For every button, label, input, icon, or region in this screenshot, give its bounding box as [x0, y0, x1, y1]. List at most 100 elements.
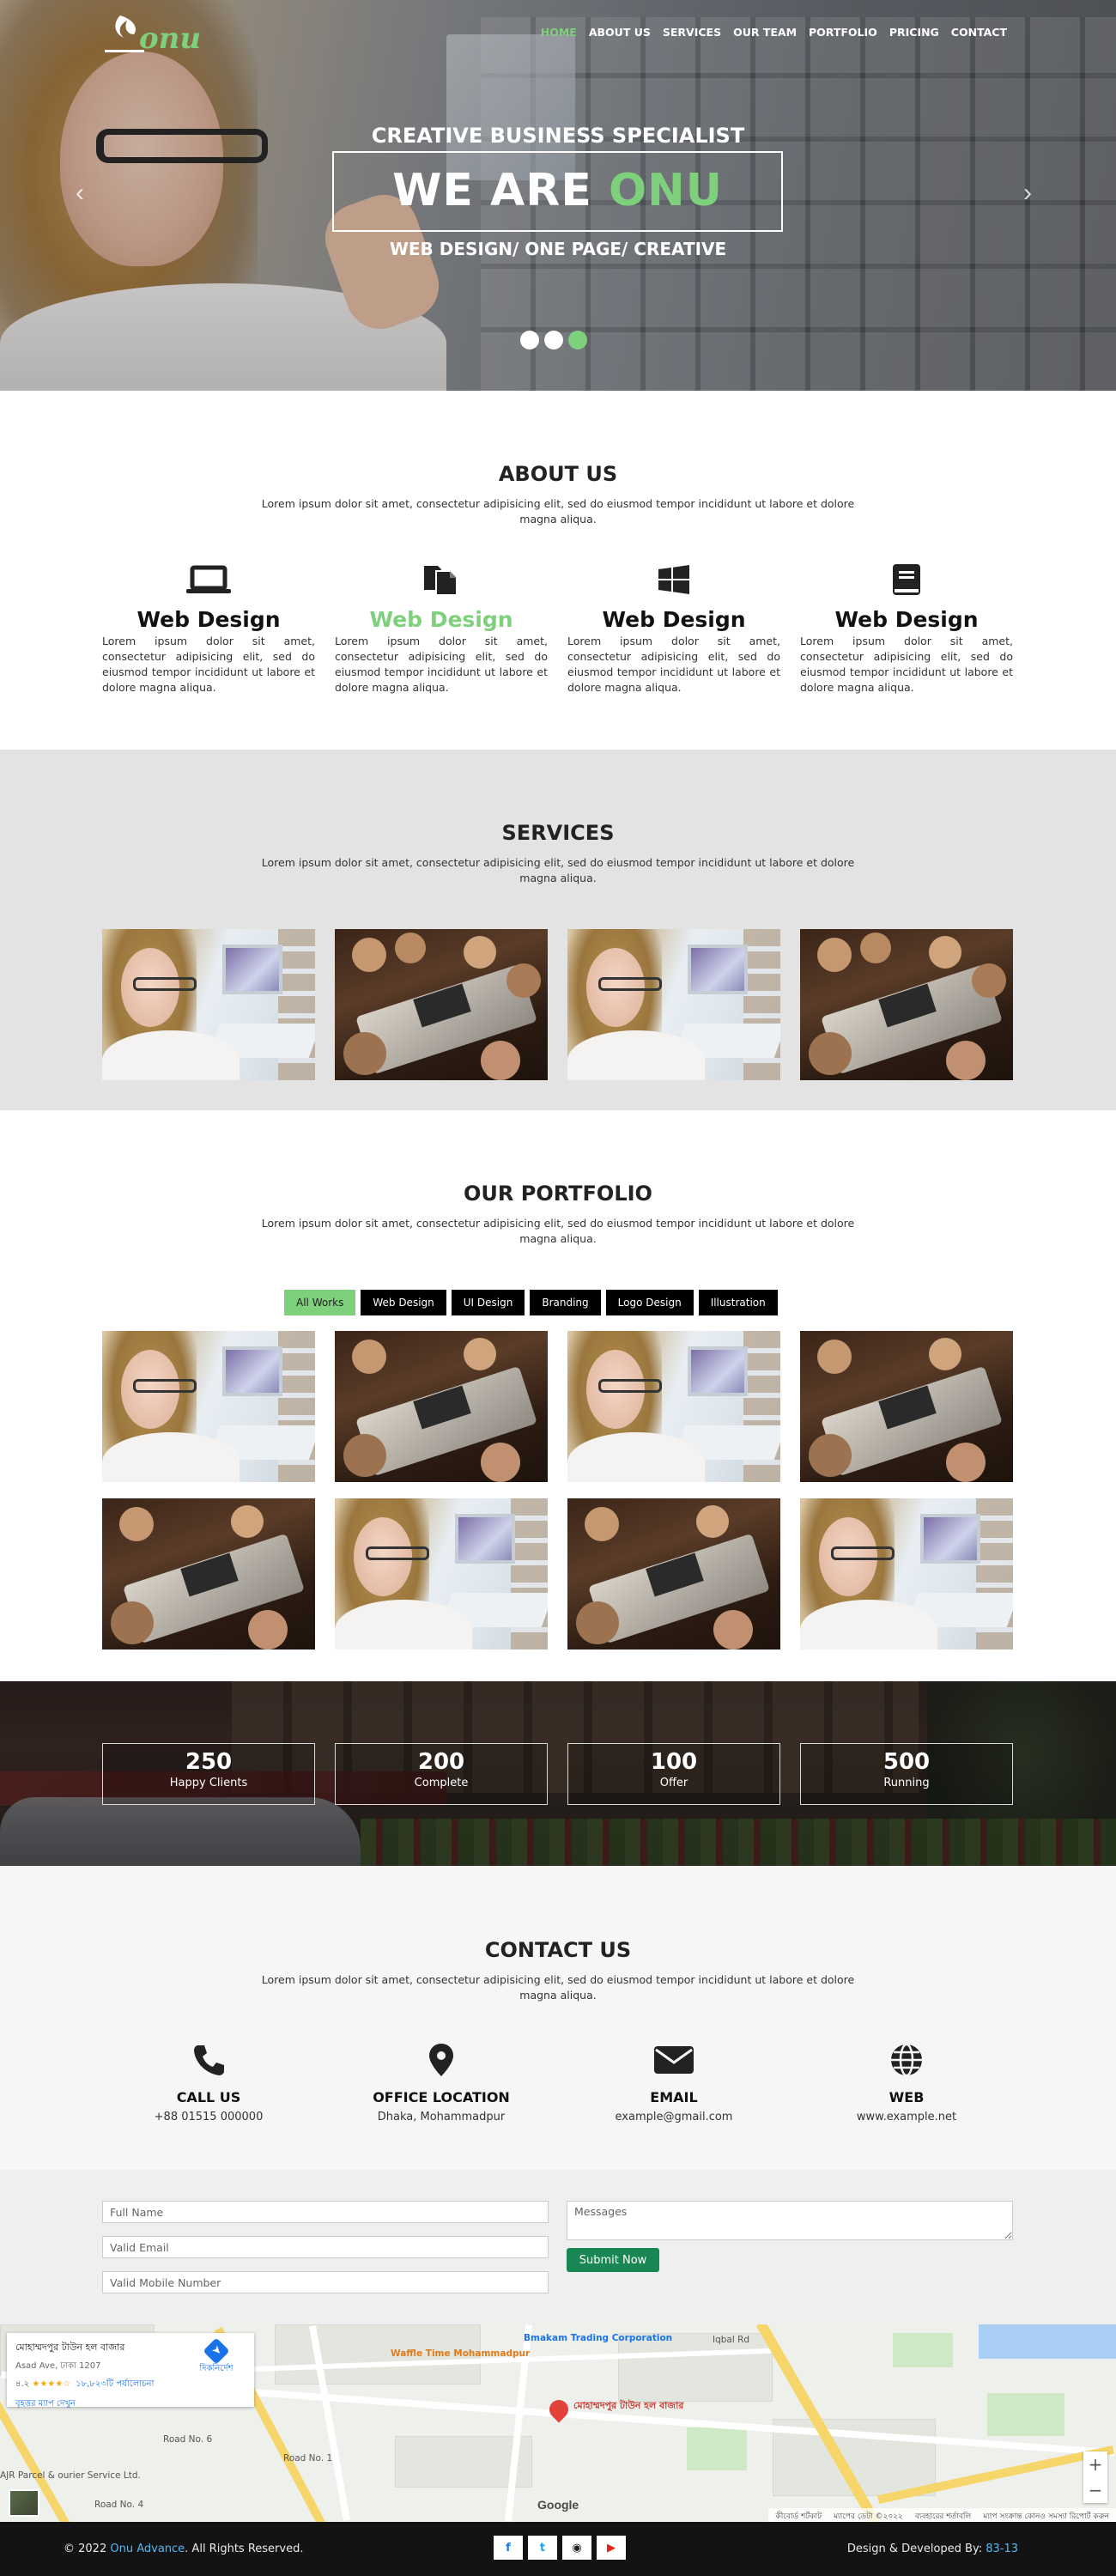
- larger-map-link[interactable]: বৃহত্তর ম্যাপ দেখুন: [15, 2397, 246, 2412]
- filter-ui-design[interactable]: UI Design: [451, 1290, 525, 1315]
- message-textarea[interactable]: [567, 2201, 1013, 2240]
- slider-dot[interactable]: [520, 331, 539, 349]
- github-icon[interactable]: ◉: [562, 2536, 591, 2560]
- portfolio-filters: All Works Web Design UI Design Branding …: [284, 1290, 778, 1315]
- portfolio-item[interactable]: [800, 1498, 1013, 1649]
- youtube-glyph: ▶: [607, 2541, 616, 2555]
- stat-value: 200: [417, 1749, 465, 1775]
- contact-label: WEB: [889, 2089, 925, 2105]
- hero-title-box: WE ARE ONU: [332, 151, 783, 232]
- star-rating-icon: ★★★★☆: [32, 2379, 71, 2389]
- mobile-input[interactable]: [102, 2271, 549, 2293]
- map-footer-text: ম্যাপের ডেটা ©২০২২: [834, 2512, 903, 2521]
- feature-card: Web Design Lorem ipsum dolor sit amet, c…: [335, 562, 548, 696]
- map-footer-link[interactable]: ব্যবহারের শর্তাবলি: [915, 2510, 971, 2521]
- portfolio-section: OUR PORTFOLIO Lorem ipsum dolor sit amet…: [0, 1110, 1116, 1681]
- service-image[interactable]: [567, 929, 780, 1080]
- stats-section: 250 Happy Clients 200 Complete 100 Offer…: [0, 1681, 1116, 1866]
- credit-prefix: Design & Developed By:: [846, 2543, 986, 2555]
- phone-icon: [102, 2043, 315, 2077]
- nav-pricing[interactable]: PRICING: [889, 26, 939, 39]
- contact-item: OFFICE LOCATION Dhaka, Mohammadpur: [335, 2043, 548, 2123]
- contact-item: CALL US +88 01515 000000: [102, 2043, 315, 2123]
- contact-value: example@gmail.com: [615, 2111, 733, 2123]
- map-rating-value: ৪.২: [15, 2379, 30, 2389]
- facebook-glyph: f: [506, 2541, 511, 2555]
- map-label: Road No. 6: [163, 2434, 213, 2445]
- portfolio-item[interactable]: [335, 1331, 548, 1482]
- map-footer-link[interactable]: ম্যাপ সংক্রান্ত কোনও সমস্যা রিপোর্ট করুন: [983, 2510, 1109, 2521]
- nav-services[interactable]: SERVICES: [663, 26, 721, 39]
- credit-link[interactable]: 83-13: [986, 2543, 1018, 2555]
- nav-team[interactable]: OUR TEAM: [733, 26, 797, 39]
- nav-home[interactable]: HOME: [541, 26, 577, 39]
- email-input[interactable]: [102, 2236, 549, 2258]
- directions-label: দিকনির্দেশ: [199, 2364, 234, 2373]
- stat-label: Running: [883, 1777, 930, 1789]
- nav-portfolio[interactable]: PORTFOLIO: [809, 26, 877, 39]
- copyright-link[interactable]: Onu Advance: [110, 2543, 185, 2555]
- map-pin-label: মোহাম্মদপুর টাউন হল বাজার: [573, 2400, 684, 2411]
- map-label: Road No. 1: [283, 2453, 333, 2464]
- nav-about[interactable]: ABOUT US: [589, 26, 651, 39]
- contact-form: Submit Now: [0, 2170, 1116, 2324]
- feature-text: Lorem ipsum dolor sit amet, consectetur …: [102, 635, 315, 694]
- portfolio-item[interactable]: [102, 1331, 315, 1482]
- map-label: Road No. 4: [94, 2500, 144, 2510]
- submit-button[interactable]: Submit Now: [567, 2248, 659, 2272]
- twitter-icon[interactable]: t: [528, 2536, 557, 2560]
- directions-button[interactable]: ➤ দিকনির্দেশ: [191, 2337, 242, 2377]
- contact-value: Dhaka, Mohammadpur: [377, 2111, 506, 2123]
- main-nav: HOME ABOUT US SERVICES OUR TEAM PORTFOLI…: [541, 26, 1007, 39]
- map-reviews-link[interactable]: ১৮,৮২৩টি পর্যালোচনা: [76, 2379, 154, 2389]
- stat-box: 100 Offer: [567, 1743, 780, 1805]
- zoom-out-button[interactable]: −: [1083, 2477, 1107, 2503]
- service-image[interactable]: [335, 929, 548, 1080]
- filter-branding[interactable]: Branding: [530, 1290, 601, 1315]
- map-label: Bmakam Trading Corporation: [524, 2333, 673, 2343]
- zoom-in-button[interactable]: +: [1083, 2451, 1107, 2477]
- facebook-icon[interactable]: f: [494, 2536, 523, 2560]
- google-logo: Google: [537, 2498, 579, 2512]
- feature-card: Web Design Lorem ipsum dolor sit amet, c…: [800, 562, 1013, 696]
- service-image[interactable]: [102, 929, 315, 1080]
- map-footer: কীবোর্ড শর্টকাট ম্যাপের ডেটা ©২০২২ ব্যবহ…: [768, 2508, 1116, 2522]
- chevron-left-icon[interactable]: ‹: [76, 180, 93, 206]
- map-footer-link[interactable]: কীবোর্ড শর্টকাট: [775, 2510, 822, 2521]
- full-name-input[interactable]: [102, 2201, 549, 2223]
- contact-item: WEB www.example.net: [800, 2043, 1013, 2123]
- contact-value: +88 01515 000000: [154, 2111, 264, 2123]
- contact-title: CONTACT US: [484, 1938, 632, 1962]
- satellite-toggle[interactable]: [9, 2489, 39, 2517]
- social-links: f t ◉ ▶: [494, 2536, 626, 2560]
- slider-dot-active[interactable]: [568, 331, 587, 349]
- feature-title: Web Design: [136, 607, 281, 632]
- about-title: ABOUT US: [498, 462, 618, 486]
- youtube-icon[interactable]: ▶: [597, 2536, 626, 2560]
- google-map[interactable]: Bmakam Trading Corporation Waffle Time M…: [0, 2324, 1116, 2522]
- map-pin-icon[interactable]: [545, 2396, 573, 2423]
- portfolio-item[interactable]: [567, 1331, 780, 1482]
- portfolio-item[interactable]: [800, 1331, 1013, 1482]
- location-pin-icon: [335, 2043, 548, 2077]
- slider-dot[interactable]: [544, 331, 563, 349]
- stat-value: 250: [185, 1749, 233, 1775]
- portfolio-item[interactable]: [567, 1498, 780, 1649]
- contact-value: www.example.net: [856, 2111, 957, 2123]
- map-label: Waffle Time Mohammadpur: [391, 2348, 531, 2359]
- stat-box: 500 Running: [800, 1743, 1013, 1805]
- service-image[interactable]: [800, 929, 1013, 1080]
- laptop-icon: [102, 562, 315, 597]
- filter-logo-design[interactable]: Logo Design: [605, 1290, 694, 1315]
- feature-title: Web Design: [369, 607, 513, 632]
- nav-contact[interactable]: CONTACT: [951, 26, 1007, 39]
- chevron-right-icon[interactable]: ›: [1023, 180, 1040, 206]
- filter-all-works[interactable]: All Works: [284, 1290, 356, 1315]
- filter-web-design[interactable]: Web Design: [361, 1290, 446, 1315]
- portfolio-item[interactable]: [335, 1498, 548, 1649]
- portfolio-item[interactable]: [102, 1498, 315, 1649]
- contact-item: EMAIL example@gmail.com: [567, 2043, 780, 2123]
- map-place-card: মোহাম্মদপুর টাউন হল বাজার Asad Ave, ঢাকা…: [7, 2333, 254, 2409]
- logo[interactable]: onu: [101, 9, 247, 60]
- filter-illustration[interactable]: Illustration: [698, 1290, 778, 1315]
